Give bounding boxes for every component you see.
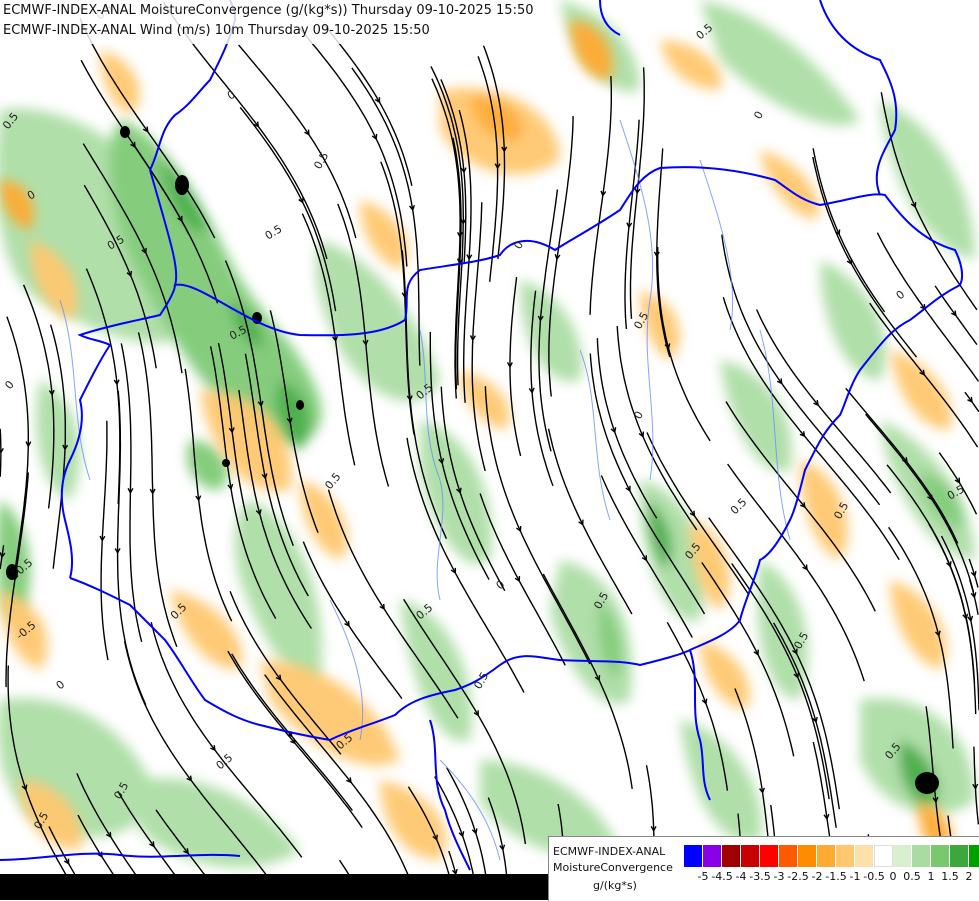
- legend-swatch: [969, 845, 979, 867]
- map-title-moisture: ECMWF-INDEX-ANAL MoistureConvergence (g/…: [3, 3, 534, 18]
- legend-tick-label: 1.5: [941, 870, 959, 883]
- legend-tick-label: -4: [736, 870, 747, 883]
- legend-swatch: [798, 845, 817, 867]
- legend-tick-label: 2: [966, 870, 973, 883]
- legend-tick-label: -3.5: [749, 870, 770, 883]
- legend-tick-label: -0.5: [863, 870, 884, 883]
- legend-tick-label: -2.5: [787, 870, 808, 883]
- legend-swatch: [874, 845, 893, 867]
- black-strip: [0, 874, 548, 900]
- map-title-wind: ECMWF-INDEX-ANAL Wind (m/s) 10m Thursday…: [3, 23, 430, 38]
- legend-tick-label: -2: [812, 870, 823, 883]
- legend-tick-label: 0: [890, 870, 897, 883]
- legend-swatch: [893, 845, 912, 867]
- legend-tick-label: -3: [774, 870, 785, 883]
- legend-swatch: [779, 845, 798, 867]
- legend-variable: MoistureConvergence: [553, 861, 673, 874]
- legend-swatch: [912, 845, 931, 867]
- legend-swatch: [760, 845, 779, 867]
- legend-ticks: -5-4.5 -4-3.5 -3-2.5 -2-1.5 -1-0.5 0 0.5 1 1.5 2: [684, 870, 979, 886]
- moisture-convergence-map: 0.500.500.50.50.50.500.50.50.50.5-0.50.5…: [0, 0, 979, 900]
- legend-swatch: [722, 845, 741, 867]
- legend-tick-label: 1: [928, 870, 935, 883]
- legend-tick-label: 0.5: [903, 870, 921, 883]
- legend-tick-label: -1.5: [825, 870, 846, 883]
- legend-swatch: [817, 845, 836, 867]
- legend-tick-label: -5: [698, 870, 709, 883]
- legend-tick-label: -4.5: [711, 870, 732, 883]
- legend-units: g/(kg*s): [593, 879, 637, 892]
- legend-swatch: [855, 845, 874, 867]
- legend-model: ECMWF-INDEX-ANAL: [553, 845, 665, 858]
- legend-swatch: [950, 845, 969, 867]
- map-title-box: ECMWF-INDEX-ANAL MoistureConvergence (g/…: [0, 0, 548, 44]
- legend-swatch: [836, 845, 855, 867]
- legend-swatch: [741, 845, 760, 867]
- legend-swatches: [684, 845, 979, 867]
- legend-swatch: [684, 845, 703, 867]
- color-legend: ECMWF-INDEX-ANAL MoistureConvergence g/(…: [548, 836, 979, 901]
- legend-swatch: [703, 845, 722, 867]
- legend-swatch: [931, 845, 950, 867]
- legend-tick-label: -1: [850, 870, 861, 883]
